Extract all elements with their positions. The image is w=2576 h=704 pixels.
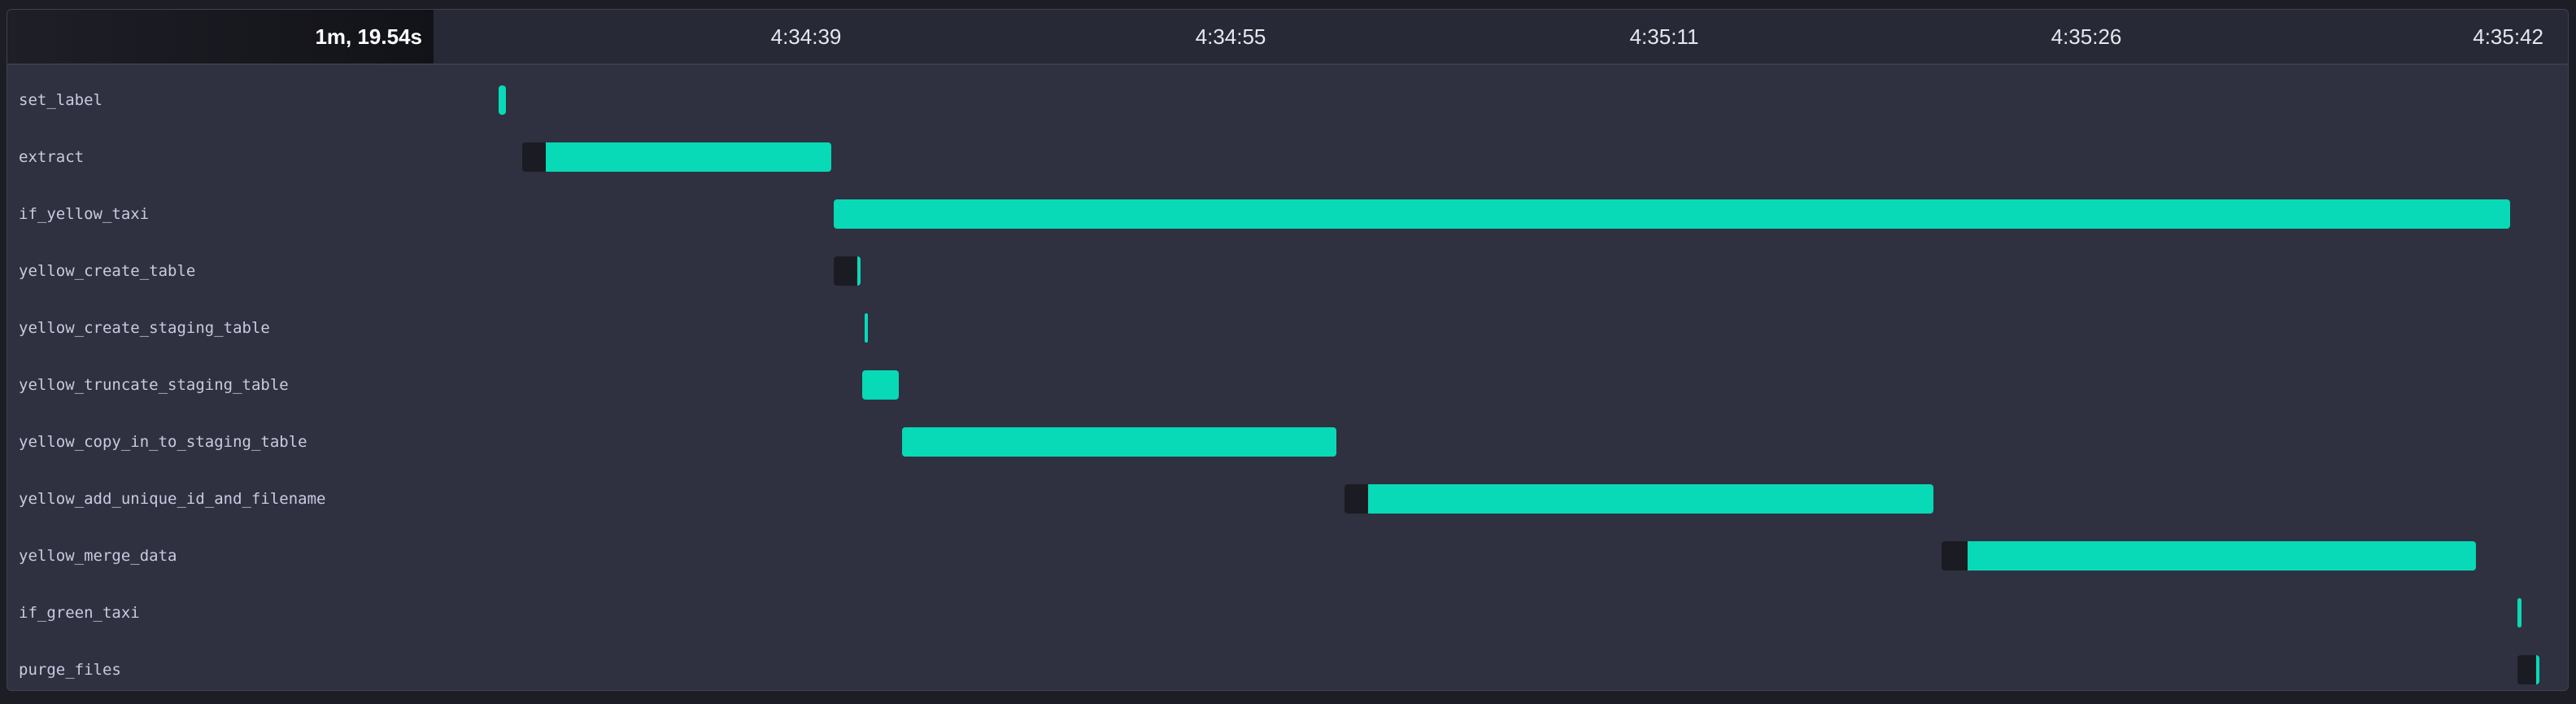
time-tick-label: 4:34:39 (770, 24, 842, 49)
task-duration-bar[interactable] (862, 370, 900, 400)
task-name[interactable]: yellow_create_staging_table (19, 300, 270, 356)
task-row[interactable]: yellow_create_table (7, 243, 2568, 300)
time-tick-label: 4:35:11 (1629, 24, 1699, 49)
task-name[interactable]: extract (19, 129, 84, 186)
task-row[interactable]: yellow_add_unique_id_and_filename (7, 470, 2568, 527)
task-row[interactable]: yellow_copy_in_to_staging_table (7, 413, 2568, 470)
time-tick-label: 4:35:42 (2473, 24, 2543, 49)
task-name[interactable]: yellow_truncate_staging_table (19, 356, 289, 413)
task-name[interactable]: yellow_merge_data (19, 527, 177, 584)
queued-segment (833, 256, 857, 286)
task-row[interactable]: extract (7, 129, 2568, 186)
task-duration-bar[interactable] (901, 427, 1337, 457)
running-segment (545, 142, 831, 172)
running-segment (498, 85, 507, 115)
task-duration-bar[interactable] (865, 313, 869, 343)
running-segment (862, 370, 900, 400)
task-duration-bar[interactable] (833, 199, 2510, 229)
task-duration-bar[interactable] (833, 256, 861, 286)
task-duration-bar[interactable] (1344, 484, 1934, 514)
gantt-chart: 1m, 19.54s 4:34:39 4:34:55 4:35:11 4:35:26 4… (7, 9, 2569, 691)
task-duration-bar[interactable] (2517, 655, 2539, 684)
total-duration: 1m, 19.54s (315, 24, 422, 49)
running-segment (2535, 655, 2539, 684)
task-row[interactable]: yellow_create_staging_table (7, 300, 2568, 356)
task-name[interactable]: yellow_copy_in_to_staging_table (19, 413, 307, 470)
task-name[interactable]: yellow_create_table (19, 243, 195, 300)
time-tick-label: 4:34:55 (1195, 24, 1266, 49)
task-name[interactable]: yellow_add_unique_id_and_filename (19, 470, 326, 527)
task-name[interactable]: set_label (19, 72, 102, 129)
task-row[interactable]: set_label (7, 72, 2568, 129)
task-name[interactable]: if_green_taxi (19, 584, 140, 641)
running-segment (2517, 598, 2522, 627)
time-tick-label: 4:35:26 (2051, 24, 2122, 49)
running-segment (833, 199, 2510, 229)
task-duration-bar[interactable] (2517, 598, 2522, 627)
queued-segment (2517, 655, 2536, 684)
task-duration-bar[interactable] (498, 85, 507, 115)
queued-segment (1941, 541, 1968, 571)
queued-segment (1344, 484, 1368, 514)
queued-segment (521, 142, 546, 172)
running-segment (1968, 541, 2476, 571)
duration-cell: 1m, 19.54s (7, 10, 434, 63)
running-segment (856, 256, 861, 286)
running-segment (865, 313, 869, 343)
task-duration-bar[interactable] (1941, 541, 2476, 571)
timeline-header: 1m, 19.54s 4:34:39 4:34:55 4:35:11 4:35:26 4… (7, 10, 2568, 65)
task-row[interactable]: yellow_truncate_staging_table (7, 356, 2568, 413)
task-row[interactable]: if_green_taxi (7, 584, 2568, 641)
task-duration-bar[interactable] (521, 142, 831, 172)
running-segment (901, 427, 1337, 457)
task-row[interactable]: yellow_merge_data (7, 527, 2568, 584)
running-segment (1367, 484, 1934, 514)
task-name[interactable]: purge_files (19, 641, 121, 690)
task-row[interactable]: if_yellow_taxi (7, 186, 2568, 243)
task-name[interactable]: if_yellow_taxi (19, 186, 149, 243)
task-row[interactable]: purge_files (7, 641, 2568, 690)
